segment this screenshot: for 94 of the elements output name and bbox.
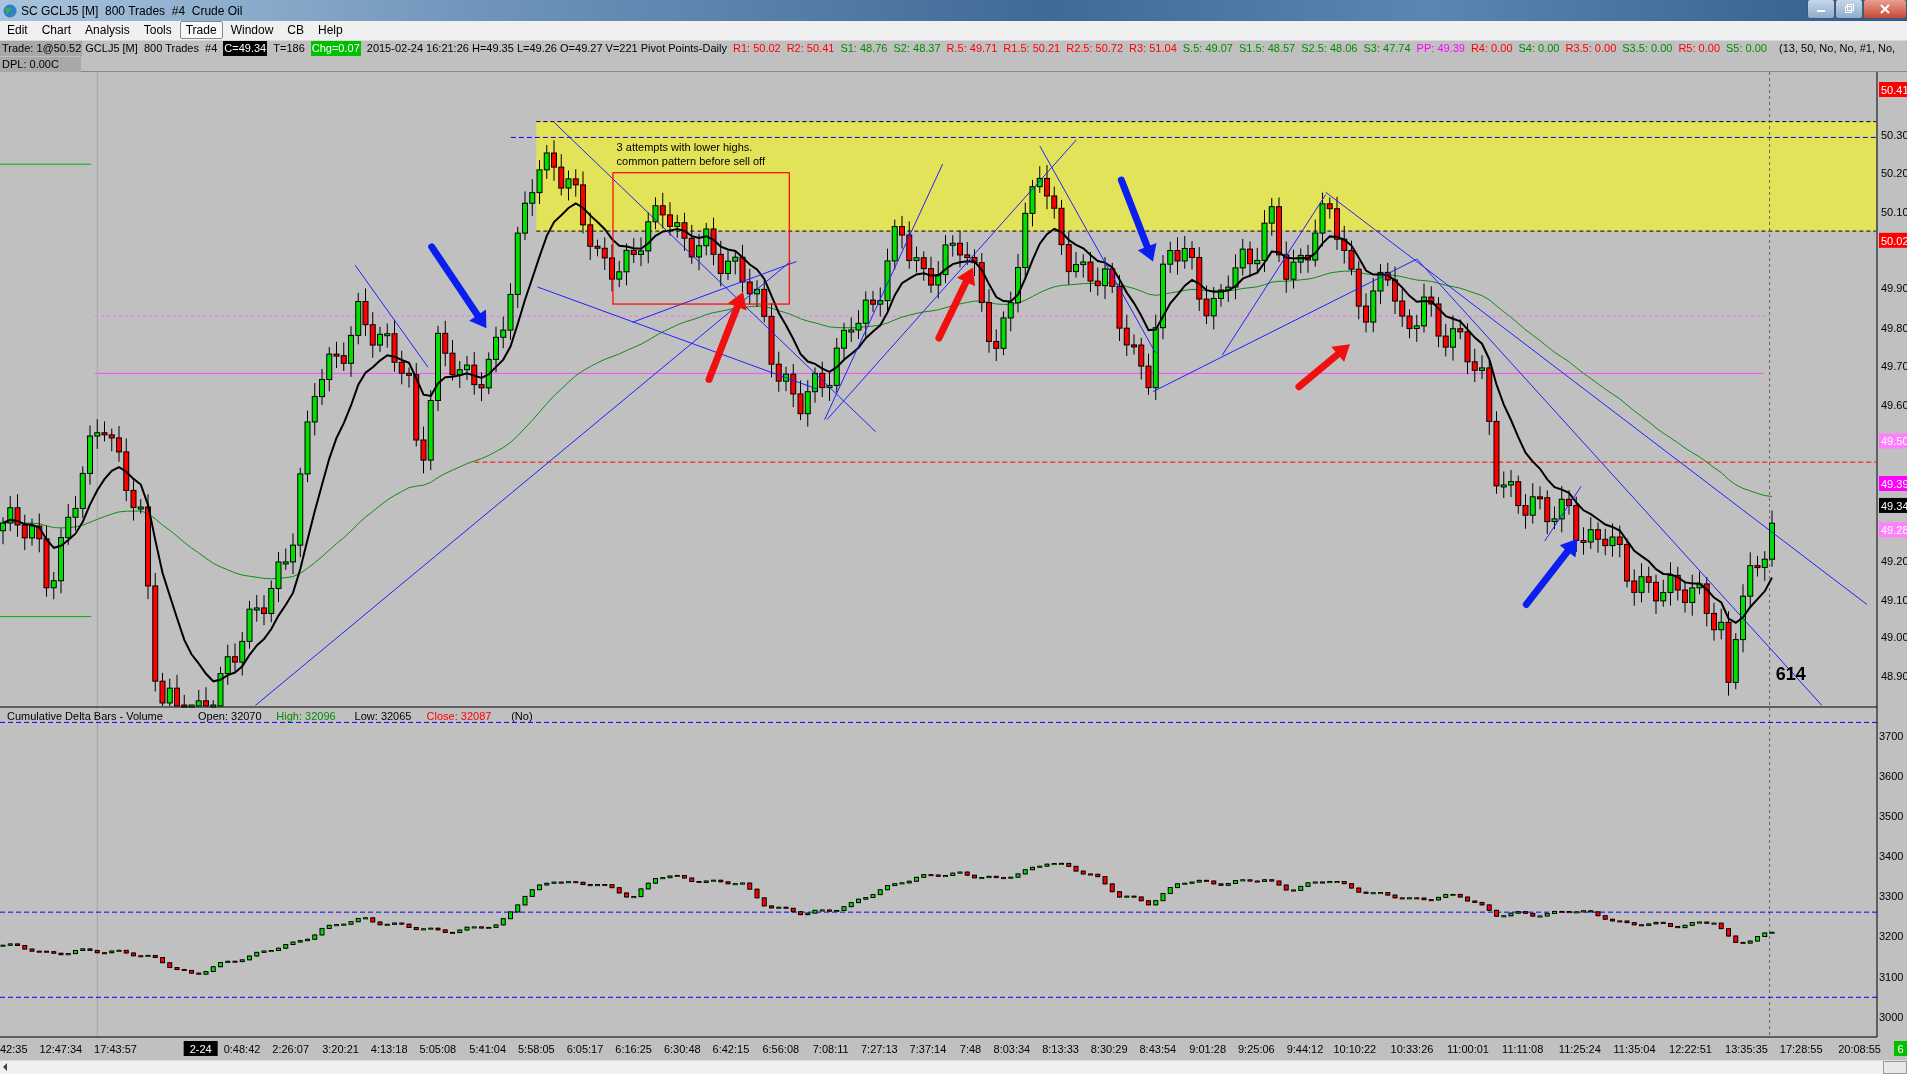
time-label: 9:44:12 [1286,1042,1324,1055]
time-label: 42:35 [0,1042,28,1055]
pivot-value: R3: 51.04 [1129,40,1177,56]
volume-label: 3000 [1879,1010,1904,1023]
volume-label: 3500 [1879,809,1904,822]
menu-item[interactable]: Help [312,21,349,40]
pivot-value: S1: 48.76 [840,40,888,56]
volume-label: 3100 [1879,970,1904,983]
time-label: 20:08:55 [1838,1042,1881,1055]
pivot-value: S3.5: 0.00 [1622,40,1673,56]
close-button[interactable] [1863,0,1907,20]
study-params: (13, 50, No, No, #1, No, [1779,40,1897,56]
pivot-value: S2.5: 48.06 [1301,40,1358,56]
pivot-value: S1.5: 48.57 [1238,40,1296,56]
pivot-value: PP: 49.39 [1416,40,1465,56]
volume-label: 3400 [1879,849,1904,862]
window-title: SC GCLJ5 [M] 800 Trades #4 Crude Oil [20,3,243,18]
time-label: 6:30:48 [663,1042,701,1055]
volume-label: 3600 [1879,769,1904,782]
minimize-button[interactable] [1807,0,1835,20]
quote-text: T=186 [273,40,305,56]
pivot-value: R.5: 49.71 [946,40,998,56]
time-label: 7:27:13 [860,1042,898,1055]
pivot-value: S5: 0.00 [1726,40,1767,56]
pivot-value: R5: 0.00 [1678,40,1720,56]
time-label: 8:30:29 [1090,1042,1128,1055]
pivot-value: S.5: 49.07 [1182,40,1233,56]
annotation-text: common pattern before sell off [616,154,765,167]
pivot-value: S4: 0.00 [1518,40,1560,56]
menu-item[interactable]: Analysis [79,21,136,40]
menu-item[interactable]: Edit [1,21,34,40]
time-label: 4:13:18 [370,1042,408,1055]
time-label: 6:05:17 [566,1042,604,1055]
pivot-value: R1: 50.02 [732,40,781,56]
arrow-drawing [1295,343,1350,390]
pivot-value: R4: 0.00 [1470,40,1513,56]
time-label: 8:43:54 [1139,1042,1177,1055]
time-label: 11:11:08 [1502,1042,1544,1055]
study-stat: Close: 32087 [426,709,492,722]
time-label: 12:47:34 [39,1042,83,1055]
study-title: Cumulative Delta Bars - Volume [7,709,163,722]
volume-label: 3300 [1879,889,1904,902]
time-label: 8:03:34 [993,1042,1031,1055]
time-label: 0:48:42 [223,1042,261,1055]
study-stat: Low: 32065 [354,709,412,722]
pivot-value: R3.5: 0.00 [1565,40,1617,56]
pivot-value: R1.5: 50.21 [1003,40,1061,56]
volume-label: 3200 [1879,930,1904,942]
time-label: 5:41:04 [469,1042,507,1055]
pivot-value: S2: 48.37 [893,40,941,56]
study-stat: Open: 32070 [198,709,262,722]
volume-label: 3700 [1879,729,1904,742]
time-label: 8:13:33 [1042,1042,1079,1055]
study-stat: (No) [511,709,533,722]
menu-item[interactable]: Chart [35,21,78,40]
menu-item[interactable]: Tools [137,21,178,40]
pivot-value: R2: 50.41 [786,40,835,56]
count-label: 614 [1775,663,1806,684]
time-label: 13:35:35 [1725,1042,1768,1055]
time-label: 10:33:26 [1390,1042,1434,1055]
maximize-button[interactable] [1835,0,1863,20]
time-label: 9:01:28 [1189,1042,1227,1055]
menu-item[interactable]: Trade [179,21,223,40]
time-label: 3:20:21 [322,1042,359,1055]
maximize-icon [1844,4,1854,15]
time-label: 5:58:05 [518,1042,555,1055]
time-label: 7:48 [959,1042,982,1055]
menu-item[interactable]: Window [224,21,280,40]
quote-text: GCLJ5 [M] 800 Trades #4 [85,40,218,56]
time-label: 17:43:57 [94,1042,137,1055]
close-icon [1880,4,1890,15]
time-label: 6:56:08 [762,1042,800,1055]
time-label: 7:37:14 [909,1042,947,1055]
time-label: 11:25:24 [1558,1042,1601,1055]
quote-text: 2015-02-24 16:21:26 H=49.35 L=49.26 O=49.27 V=221 Pivot Points-Daily [366,40,727,56]
time-label: 17:28:55 [1779,1042,1823,1055]
time-label: 6:16:25 [615,1042,652,1055]
time-label: 7:08:11 [812,1042,849,1055]
time-label: 9:25:06 [1238,1042,1275,1055]
time-label: 11:35:04 [1613,1042,1656,1055]
scroll-thumb[interactable] [1883,1060,1907,1074]
pivot-value: S3: 47.74 [1363,40,1411,56]
arrow-drawing [1522,538,1578,608]
menu-item[interactable]: CB [281,21,310,40]
pivot-value: R2.5: 50.72 [1066,40,1124,56]
time-label: 10:10:22 [1333,1042,1377,1055]
study-stat: High: 32096 [276,709,336,722]
time-label: 12:22:51 [1669,1042,1712,1055]
time-label: 11:00:01 [1446,1042,1489,1055]
time-label: 6:42:15 [712,1042,750,1055]
time-label: 5:05:08 [419,1042,457,1055]
annotation-text: 3 attempts with lower highs. [616,140,753,153]
globe-icon [3,3,17,18]
time-label: 2:26:07 [272,1042,309,1055]
